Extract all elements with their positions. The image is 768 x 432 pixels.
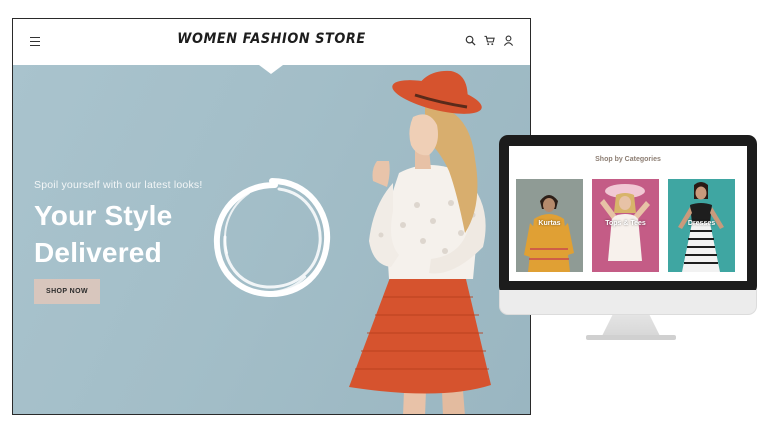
monitor-base [586, 335, 676, 340]
brush-circle-graphic [213, 178, 331, 298]
hero-banner: Spoil yourself with our latest looks! Yo… [13, 65, 530, 414]
shop-now-button[interactable]: SHOP NOW [34, 279, 100, 304]
category-label: Kurtas [538, 220, 561, 227]
monitor-screen: Shop by Categories Kurtas Tops & Tees Dr… [509, 146, 747, 281]
hero-tagline: Spoil yourself with our latest looks! [34, 179, 203, 191]
category-card-dresses[interactable]: Dresses [668, 179, 735, 272]
cart-icon[interactable] [484, 35, 495, 46]
header-notch [259, 65, 283, 74]
categories-heading: Shop by Categories [595, 156, 661, 163]
monitor-stand [602, 315, 660, 336]
category-label: Dresses [687, 220, 716, 227]
store-title: WOMEN FASHION STORE [177, 31, 366, 47]
store-header: WOMEN FASHION STORE [13, 19, 530, 65]
hero-headline-line2: Delivered [34, 237, 162, 268]
monitor-chin [499, 290, 757, 315]
category-card-kurtas[interactable]: Kurtas [516, 179, 583, 272]
user-icon[interactable] [503, 35, 514, 46]
website-window: Spoil yourself with our latest looks! Yo… [12, 18, 531, 415]
search-icon[interactable] [465, 35, 476, 46]
hero-headline: Your Style Delivered [34, 197, 172, 271]
header-icons [465, 35, 514, 46]
category-card-tops-tees[interactable]: Tops & Tees [592, 179, 659, 272]
category-label: Tops & Tees [605, 220, 646, 227]
hero-headline-line1: Your Style [34, 200, 173, 231]
desktop-monitor: Shop by Categories Kurtas Tops & Tees Dr… [499, 135, 757, 295]
